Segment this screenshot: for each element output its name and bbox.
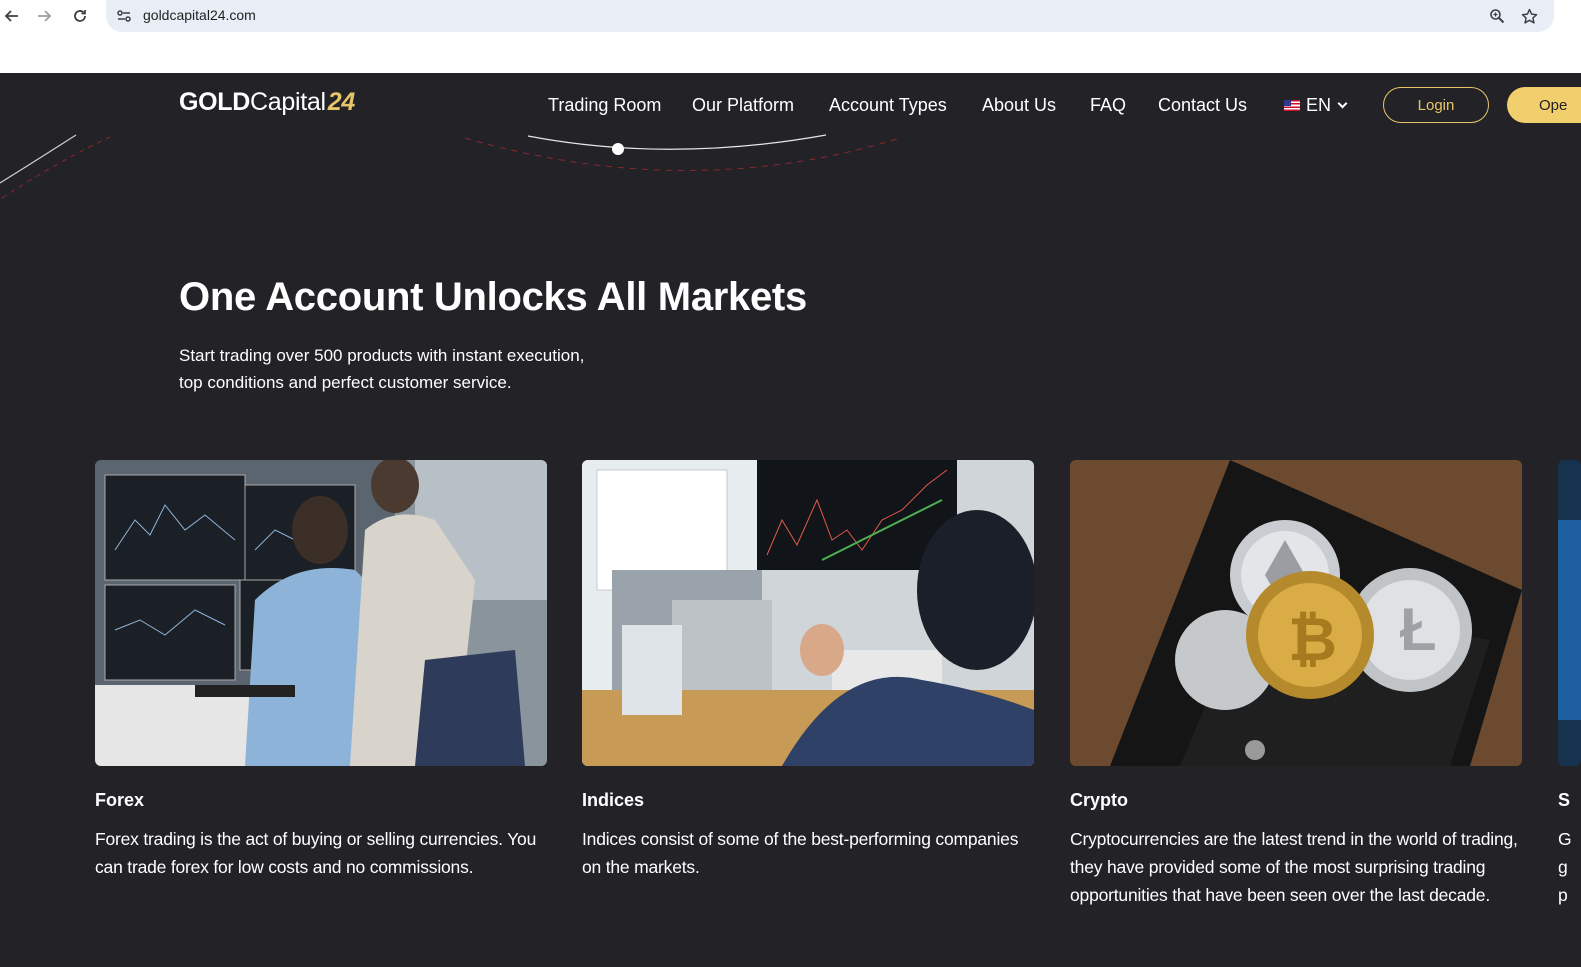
login-button[interactable]: Login — [1383, 87, 1489, 123]
chevron-down-icon — [1337, 98, 1348, 109]
card-title: Crypto — [1070, 790, 1128, 810]
url-text[interactable]: goldcapital24.com — [143, 7, 256, 23]
address-bar[interactable]: goldcapital24.com — [106, 0, 1554, 32]
hero-subtitle: Start trading over 500 products with ins… — [179, 342, 659, 396]
logo-text-24: 24 — [327, 88, 356, 116]
open-account-button[interactable]: Ope — [1507, 87, 1581, 123]
back-icon[interactable] — [0, 4, 24, 28]
card-title: Forex — [95, 790, 145, 810]
forward-icon[interactable] — [32, 4, 56, 28]
decorative-arcs — [0, 134, 901, 199]
card-description: Cryptocurrencies are the latest trend in… — [1070, 829, 1518, 905]
forex-image — [95, 460, 547, 766]
svg-text:₿: ₿ — [1288, 606, 1337, 673]
logo-text-gold: GOLD — [179, 88, 251, 116]
bookmark-star-icon[interactable] — [1519, 6, 1539, 26]
crypto-image: Ł ₿ — [1070, 460, 1522, 766]
card-description: Forex trading is the act of buying or se… — [95, 829, 537, 877]
market-card-crypto[interactable]: Ł ₿ Crypto Cryptocurrencies are the late… — [1070, 460, 1522, 909]
card-title: S — [1558, 790, 1571, 810]
market-card-partial[interactable]: S G g p — [1558, 460, 1581, 909]
nav-our-platform[interactable]: Our Platform — [692, 95, 794, 116]
hero-subtitle-line1: Start trading over 500 products with ins… — [179, 346, 585, 365]
reload-icon[interactable] — [68, 4, 92, 28]
partial-card-image — [1558, 460, 1581, 766]
site-logo[interactable]: GOLD Capital 24 — [179, 88, 355, 117]
zoom-icon[interactable] — [1487, 6, 1507, 26]
market-card-forex[interactable]: Forex Forex trading is the act of buying… — [95, 460, 547, 881]
browser-toolbar: goldcapital24.com — [0, 0, 1581, 73]
language-label: EN — [1306, 95, 1332, 115]
logo-text-capital: Capital — [250, 88, 326, 116]
nav-trading-room[interactable]: Trading Room — [548, 95, 661, 116]
site-page: GOLD Capital 24 Trading Room Our Platfor… — [0, 73, 1581, 967]
site-settings-icon[interactable] — [116, 8, 132, 24]
market-card-indices[interactable]: Indices Indices consist of some of the b… — [582, 460, 1034, 881]
nav-about-us[interactable]: About Us — [982, 95, 1056, 116]
hero-subtitle-line2: top conditions and perfect customer serv… — [179, 373, 512, 392]
us-flag-icon — [1284, 100, 1300, 111]
nav-faq[interactable]: FAQ — [1090, 95, 1126, 116]
card-title: Indices — [582, 790, 645, 810]
language-selector[interactable]: EN — [1284, 95, 1348, 116]
hero-title: One Account Unlocks All Markets — [179, 275, 807, 319]
card-description: G g p — [1558, 829, 1572, 905]
svg-text:Ł: Ł — [1400, 596, 1437, 663]
indices-image — [582, 460, 1034, 766]
nav-contact-us[interactable]: Contact Us — [1158, 95, 1247, 116]
card-description: Indices consist of some of the best-perf… — [582, 829, 1019, 877]
nav-account-types[interactable]: Account Types — [829, 95, 947, 116]
